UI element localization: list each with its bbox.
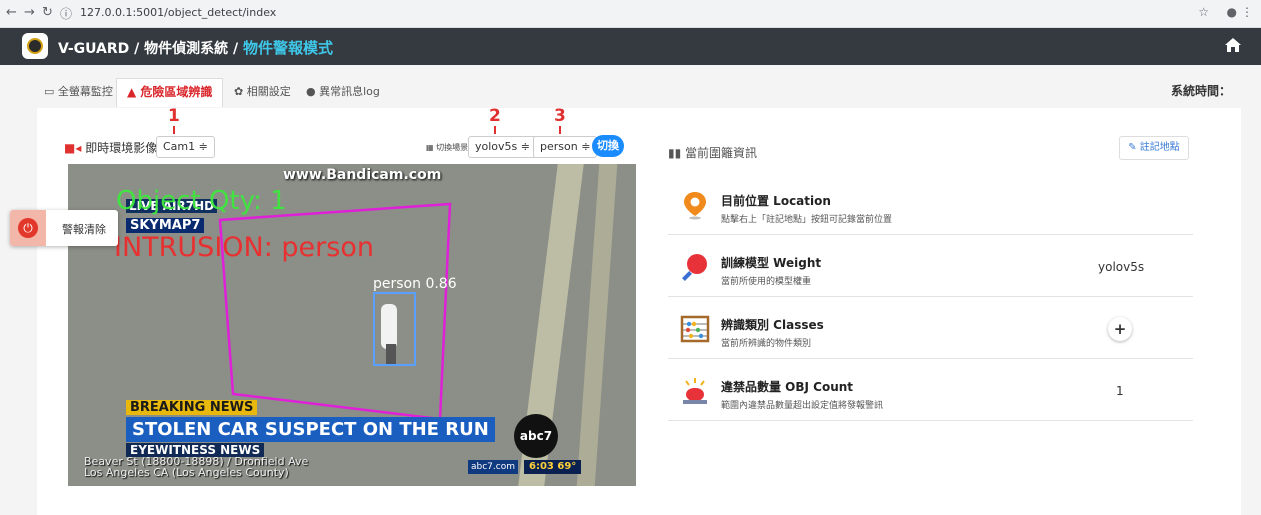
info-row-location: 目前位置 Location 點擊右上「註記地點」按鈕可記錄當前位置 [668,180,1193,235]
back-icon[interactable]: ← [6,5,17,20]
camera-select[interactable]: Cam1 ≑ [156,136,215,158]
tab-danger-zone[interactable]: ▲ 危險區域辨識 [116,78,224,107]
info-row-classes: 辨識類別 Classes 當前所辨識的物件類別 + [668,304,1193,359]
warning-icon: ▲ [127,85,137,99]
magnifier-icon [682,254,707,281]
annotation-3-tick [559,126,561,134]
menu-icon[interactable]: ⋮ [1241,5,1253,19]
star-icon[interactable]: ☆ [1198,5,1209,19]
alarm-clear-label: 警報清除 [62,223,106,236]
add-class-button[interactable]: + [1108,317,1132,341]
chat-icon: ● [306,85,316,98]
power-icon: ⏻ [18,218,38,238]
row-desc-classes: 當前所辨識的物件類別 [721,339,812,349]
top-navbar: V-GUARD / 物件偵測系統 / 物件警報模式 [0,28,1261,65]
siren-icon [683,378,707,404]
location-pin-icon [684,192,706,220]
tab-log[interactable]: ● 異常訊息log [306,79,380,105]
row-title-classes: 辨識類別 Classes [721,318,824,332]
edit-icon: ✎ [1128,142,1137,153]
tab-fullscreen-monitor[interactable]: ▭ 全螢幕監控 [44,79,113,105]
row-title-obj-count: 違禁品數量 OBJ Count [721,380,854,394]
map-icon: ▮▮ [668,146,682,160]
tab-settings[interactable]: ✿ 相關設定 [234,79,291,105]
alarm-icon-bg: ⏻ [10,210,46,246]
abacus-icon [680,315,710,343]
row-title-location: 目前位置 Location [721,194,831,208]
row-title-weight: 訓練模型 Weight [721,256,822,270]
annotation-3: 3 [554,106,566,126]
address-caption: Beaver St (18800-18898) / Dronfield Ave … [84,455,309,479]
browser-toolbar: ← → ↻ ⓘ 127.0.0.1:5001/object_detect/ind… [0,0,1261,28]
system-time-label: 系統時間： [1170,84,1231,98]
model-select[interactable]: yolov5s ≑ [468,136,537,158]
reload-icon[interactable]: ↻ [42,5,53,20]
forward-icon[interactable]: → [24,5,35,20]
info-row-weight: 訓練模型 Weight 當前所使用的模型權重 yolov5s [668,242,1193,297]
switch-button[interactable]: 切換 [592,135,624,157]
annotation-2-tick [494,126,496,134]
scene-icon: ▦ [426,143,434,152]
abc-site-label: abc7.com [468,460,518,474]
row-value-obj-count: 1 [1116,384,1124,398]
intrusion-overlay: INTRUSION: person [114,232,374,263]
monitor-icon: ▭ [44,85,55,98]
brand-mode: 物件警報模式 [243,39,334,57]
brand-name: V-GUARD / 物件偵測系統 / [58,41,244,57]
headline-banner: STOLEN CAR SUSPECT ON THE RUN [126,417,495,442]
info-row-obj-count: 違禁品數量 OBJ Count 範圍內違禁品數量超出設定值將發報警訊 1 [668,366,1193,421]
row-desc-obj-count: 範圍內違禁品數量超出設定值將發報警訊 [721,401,884,411]
fence-info-title: ▮▮ 當前圍籬資訊 [668,146,758,160]
gear-icon: ✿ [234,85,244,98]
address-bar[interactable]: 127.0.0.1:5001/object_detect/index [80,6,276,19]
row-value-weight: yolov5s [1098,260,1145,274]
abc-time-label: 6:03 69° [524,460,582,474]
home-icon[interactable] [1225,38,1241,52]
abc7-logo: abc7 [514,414,558,458]
video-feed: www.Bandicam.com LIVE AIR7HD SKYMAP7 per… [68,164,636,486]
class-select[interactable]: person ≑ [533,136,598,158]
detection-box [373,292,416,366]
mark-location-button[interactable]: ✎ 註記地點 [1119,136,1189,160]
annotation-2: 2 [489,106,501,126]
object-qty-overlay: Object Qty: 1 [116,186,287,216]
row-desc-weight: 當前所使用的模型權重 [721,277,812,287]
annotation-1: 1 [168,106,180,126]
detection-label: person 0.86 [373,276,457,292]
row-desc-location: 點擊右上「註記地點」按鈕可記錄當前位置 [721,215,893,225]
breaking-news-banner: BREAKING NEWS [126,400,258,415]
vguard-logo-icon [22,33,48,59]
info-icon[interactable]: ⓘ [60,5,72,22]
alarm-clear-button[interactable]: ⏻ 警報清除 [10,210,118,246]
account-icon[interactable]: ● [1227,5,1237,19]
brand-title: V-GUARD / 物件偵測系統 / 物件警報模式 [58,37,333,58]
camera-label: ■◂ 即時環境影像 [64,141,158,155]
annotation-1-tick [173,126,175,134]
video-camera-icon: ■◂ [64,141,82,155]
scene-label: ▦ 切換場景 [426,143,469,152]
